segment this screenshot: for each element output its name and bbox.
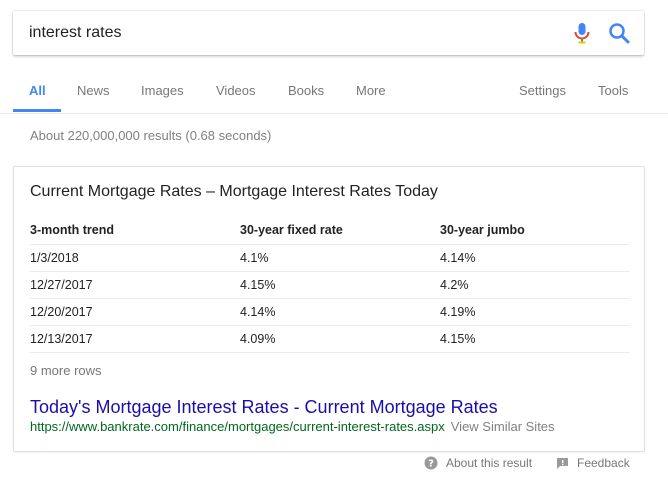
table-cell: 12/27/2017 (30, 271, 240, 299)
result-url-line: https://www.bankrate.com/finance/mortgag… (30, 419, 555, 434)
tab-news[interactable]: News (77, 74, 110, 113)
snippet-title: Current Mortgage Rates – Mortgage Intere… (30, 183, 438, 200)
search-tabs: All News Images Videos Books More Settin… (0, 74, 668, 114)
table-row: 12/20/2017 4.14% 4.19% (30, 298, 630, 326)
tab-settings[interactable]: Settings (519, 74, 566, 113)
featured-snippet-card: Current Mortgage Rates – Mortgage Intere… (13, 166, 645, 452)
tab-books[interactable]: Books (288, 74, 324, 113)
table-cell: 4.09% (240, 325, 440, 353)
table-cell: 12/13/2017 (30, 325, 240, 353)
table-cell: 4.2% (440, 271, 630, 299)
column-header: 3-month trend (30, 217, 240, 245)
column-header: 30-year fixed rate (240, 217, 440, 245)
more-rows-link[interactable]: 9 more rows (30, 363, 102, 378)
tab-images[interactable]: Images (141, 74, 184, 113)
help-circle-icon: ? (424, 456, 438, 470)
microphone-icon[interactable] (571, 21, 593, 45)
search-input[interactable] (13, 11, 644, 55)
table-cell: 4.15% (240, 271, 440, 299)
result-title-link[interactable]: Today's Mortgage Interest Rates - Curren… (30, 397, 498, 418)
table-cell: 12/20/2017 (30, 298, 240, 326)
tab-videos[interactable]: Videos (216, 74, 256, 113)
view-similar-sites-link[interactable]: View Similar Sites (451, 419, 555, 434)
feedback-link[interactable]: Feedback (556, 456, 630, 470)
result-url: https://www.bankrate.com/finance/mortgag… (30, 419, 445, 434)
table-row: 12/13/2017 4.09% 4.15% (30, 325, 630, 353)
table-cell: 1/3/2018 (30, 244, 240, 272)
table-cell: 4.15% (440, 325, 630, 353)
feedback-icon (557, 457, 568, 469)
table-row: 12/27/2017 4.15% 4.2% (30, 271, 630, 299)
rates-table: 3-month trend 30-year fixed rate 30-year… (30, 217, 630, 353)
search-bar[interactable] (13, 11, 644, 55)
feedback-label: Feedback (577, 456, 630, 470)
result-stats: About 220,000,000 results (0.68 seconds) (30, 128, 272, 143)
tab-all[interactable]: All (29, 74, 46, 113)
search-icon[interactable] (607, 21, 631, 45)
table-cell: 4.1% (240, 244, 440, 272)
tab-more[interactable]: More (356, 74, 386, 113)
active-tab-indicator (13, 109, 61, 112)
table-header-row: 3-month trend 30-year fixed rate 30-year… (30, 217, 630, 245)
table-cell: 4.14% (440, 244, 630, 272)
about-label: About this result (446, 456, 533, 470)
column-header: 30-year jumbo (440, 217, 630, 245)
table-cell: 4.19% (440, 298, 630, 326)
svg-text:?: ? (428, 459, 434, 470)
about-this-result[interactable]: ? About this result (424, 456, 532, 470)
table-row: 1/3/2018 4.1% 4.14% (30, 244, 630, 272)
tab-tools[interactable]: Tools (598, 74, 628, 113)
table-cell: 4.14% (240, 298, 440, 326)
